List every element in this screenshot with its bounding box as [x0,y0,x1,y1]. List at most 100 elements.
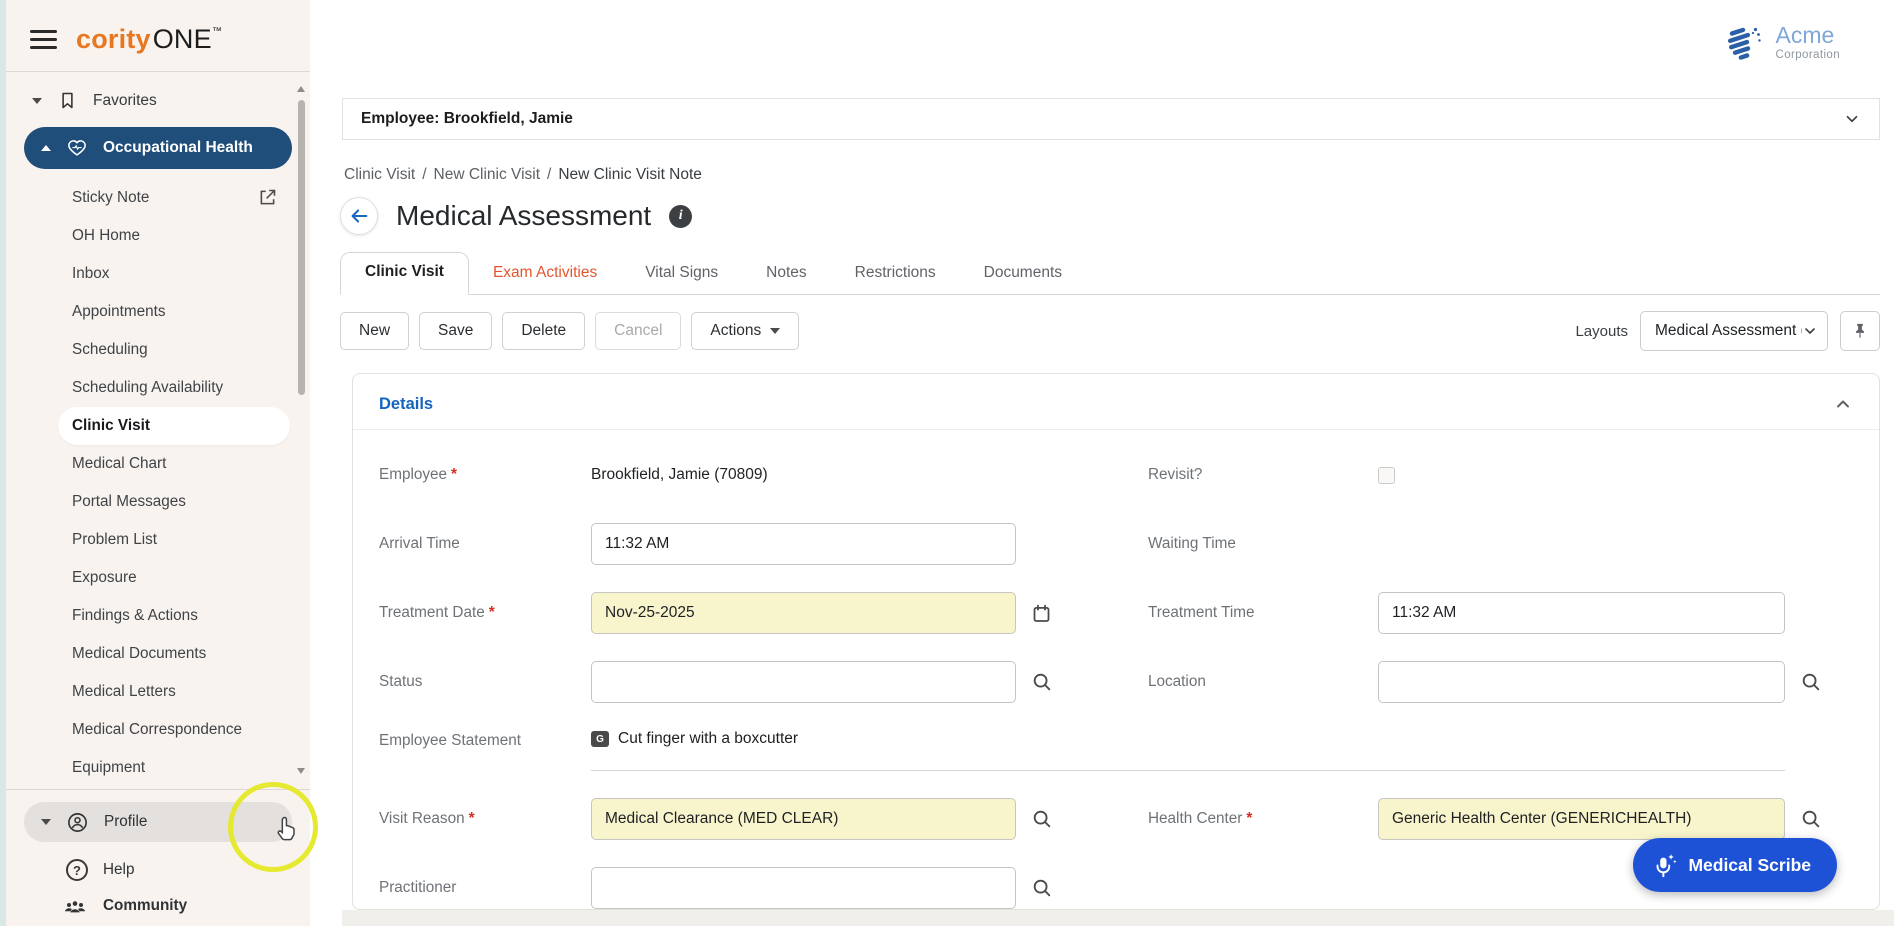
revisit-label: Revisit? [1148,466,1202,484]
location-label: Location [1148,673,1206,691]
save-button[interactable]: Save [419,312,492,350]
layouts-label: Layouts [1575,323,1628,340]
sidebar-item-medical-letters[interactable]: Medical Letters [72,673,290,711]
profile-label: Profile [104,813,147,831]
arrival-time-input[interactable] [591,523,1016,565]
employee-value: Brookfield, Jamie (70809) [591,466,768,484]
sidebar-scrollbar[interactable] [298,100,305,395]
sidebar-item-medical-chart[interactable]: Medical Chart [72,445,290,483]
required-marker: * [1246,810,1252,828]
sidebar-item-clinic-visit[interactable]: Clinic Visit [58,407,290,445]
sidebar-item-problem-list[interactable]: Problem List [72,521,290,559]
practitioner-input[interactable] [591,867,1016,909]
main-content: Acme Corporation Employee: Brookfield, J… [310,0,1894,926]
page-bottom-strip [342,910,1894,926]
sidebar-item-help[interactable]: ? Help [6,852,310,888]
translate-icon[interactable]: G [591,731,609,747]
menu-toggle-icon[interactable] [30,30,57,49]
sidebar-item-favorites[interactable]: Favorites [6,72,310,123]
treatment-date-input[interactable] [591,592,1016,634]
medical-scribe-button[interactable]: Medical Scribe [1633,838,1837,892]
person-circle-icon [66,811,89,834]
sidebar-item-medical-correspondence[interactable]: Medical Correspondence [72,711,290,749]
status-label: Status [379,673,422,691]
sidebar-item-label: Appointments [72,303,166,321]
sidebar-item-medical-documents[interactable]: Medical Documents [72,635,290,673]
sidebar-item-findings-actions[interactable]: Findings & Actions [72,597,290,635]
treatment-time-input[interactable] [1378,592,1785,634]
status-input[interactable] [591,661,1016,703]
back-button[interactable] [340,197,378,235]
sidebar-item-sticky-note[interactable]: Sticky Note [72,179,290,217]
employee-statement-label: Employee Statement [379,732,521,750]
sidebar: cority ONE ™ Favorites Occupational Heal… [6,0,310,926]
location-input[interactable] [1378,661,1785,703]
field-treatment-date: Treatment Date* [379,592,1084,634]
breadcrumb: Clinic Visit/New Clinic Visit/New Clinic… [344,166,1894,184]
required-marker: * [469,810,475,828]
revisit-checkbox[interactable] [1378,467,1395,484]
sidebar-item-community[interactable]: Community [6,888,310,924]
search-icon[interactable] [1785,671,1853,693]
chevron-down-icon [1843,110,1861,128]
field-health-center: Health Center* [1148,798,1853,840]
arrival-time-label: Arrival Time [379,535,460,553]
sidebar-item-equipment[interactable]: Equipment [72,749,290,787]
visit-reason-label: Visit Reason [379,810,465,828]
sidebar-item-label: Problem List [72,531,157,549]
org-name: Acme [1776,24,1841,47]
pin-layout-button[interactable] [1840,311,1880,351]
scroll-down-arrow[interactable] [297,768,305,774]
sidebar-item-inbox[interactable]: Inbox [72,255,290,293]
field-waiting-time: Waiting Time [1148,523,1853,565]
sidebar-footer-divider [6,789,310,790]
employee-statement-value[interactable]: Cut finger with a boxcutter [618,730,798,748]
section-title-details[interactable]: Details [379,395,433,414]
employee-selector-value: Employee: Brookfield, Jamie [361,110,573,128]
search-icon[interactable] [1016,877,1084,899]
tab-documents[interactable]: Documents [960,254,1086,295]
org-logo: Acme Corporation [1722,20,1841,64]
visit-reason-input[interactable] [591,798,1016,840]
caret-down-icon [41,819,51,825]
health-heart-icon [66,137,88,159]
tab-exam-activities[interactable]: Exam Activities [469,254,621,295]
new-button[interactable]: New [340,312,409,350]
search-icon[interactable] [1785,808,1853,830]
sidebar-item-profile[interactable]: Profile [24,802,292,842]
sidebar-item-portal-messages[interactable]: Portal Messages [72,483,290,521]
sidebar-item-label: Clinic Visit [72,417,150,435]
globe-icon [1722,20,1766,64]
actions-button[interactable]: Actions [691,312,799,350]
health-center-input[interactable] [1378,798,1785,840]
layout-select[interactable]: Medical Assessment ( [1640,311,1828,351]
calendar-icon[interactable] [1016,603,1084,624]
microphone-sparkle-icon [1651,852,1678,879]
tab-clinic-visit[interactable]: Clinic Visit [340,252,469,295]
open-in-new-icon[interactable] [257,187,278,213]
delete-button[interactable]: Delete [502,312,585,350]
sidebar-item-oh-home[interactable]: OH Home [72,217,290,255]
tab-vital-signs[interactable]: Vital Signs [621,254,742,295]
employee-selector[interactable]: Employee: Brookfield, Jamie [342,98,1880,140]
tab-restrictions[interactable]: Restrictions [831,254,960,295]
sidebar-item-label: Medical Correspondence [72,721,242,739]
search-icon[interactable] [1016,671,1084,693]
tab-notes[interactable]: Notes [742,254,831,295]
scroll-up-arrow[interactable] [297,86,305,92]
sidebar-item-appointments[interactable]: Appointments [72,293,290,331]
sidebar-nav: Sticky Note OH Home Inbox Appointments S… [6,177,310,787]
sidebar-item-scheduling[interactable]: Scheduling [72,331,290,369]
sidebar-item-label: Medical Chart [72,455,166,473]
breadcrumb-segment-2[interactable]: New Clinic Visit [434,166,541,183]
sidebar-item-scheduling-availability[interactable]: Scheduling Availability [72,369,290,407]
treatment-date-label: Treatment Date [379,604,485,622]
sidebar-item-exposure[interactable]: Exposure [72,559,290,597]
breadcrumb-segment-1[interactable]: Clinic Visit [344,166,415,183]
sidebar-module-occupational-health[interactable]: Occupational Health [24,127,292,169]
cority-one-logo: cority ONE ™ [76,24,222,55]
search-icon[interactable] [1016,808,1084,830]
info-icon[interactable]: i [669,205,692,228]
module-label: Occupational Health [103,139,253,157]
collapse-section-button[interactable] [1833,394,1853,414]
